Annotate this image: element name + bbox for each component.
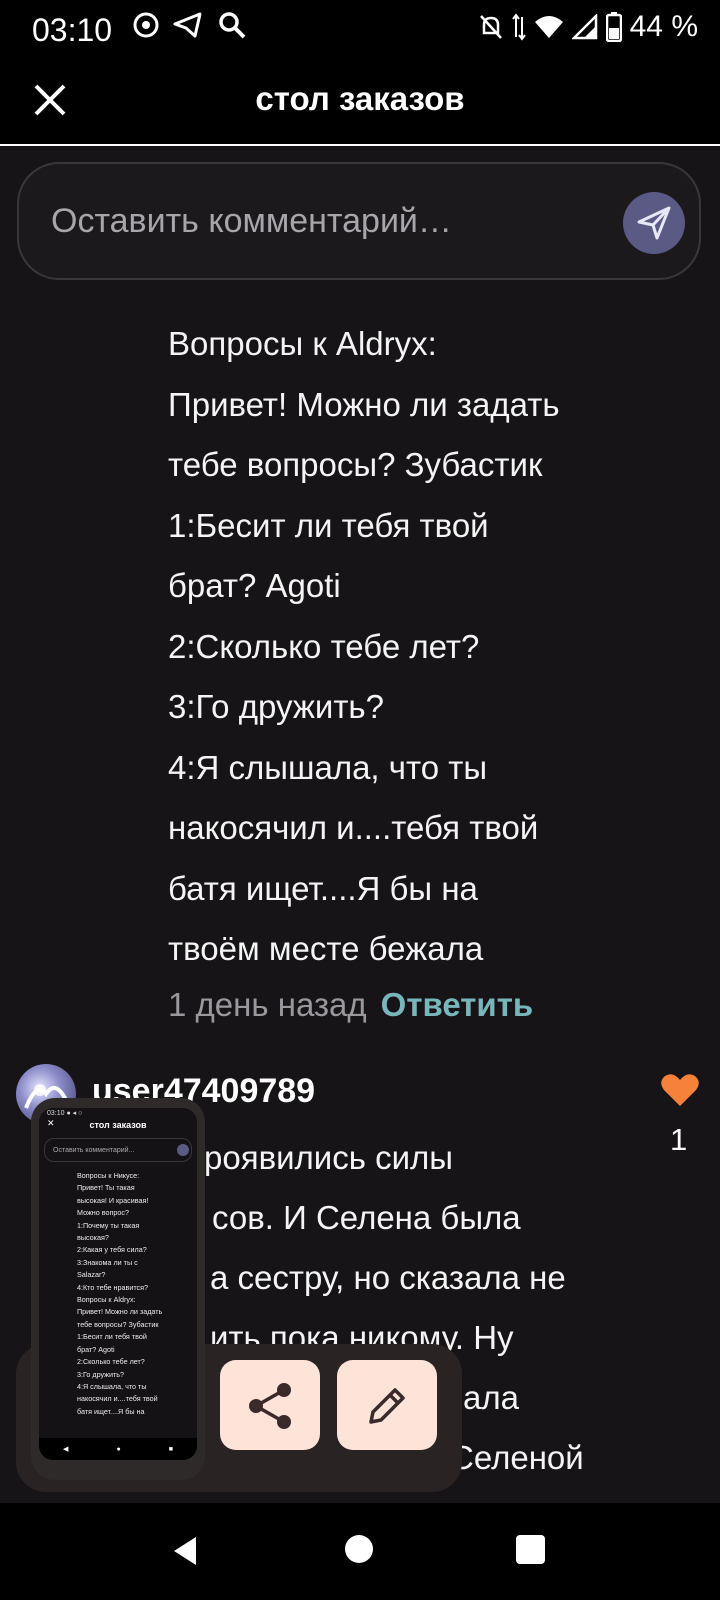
mini-line: накосячил и....тебя твой: [77, 1394, 158, 1404]
mini-status: 03:10 ● ◂ ○: [47, 1110, 83, 1117]
mini-line: высокая! И красивая!: [77, 1195, 149, 1205]
back-icon[interactable]: [172, 1535, 198, 1567]
send-icon: [637, 206, 671, 240]
page-title: стол заказов: [255, 80, 465, 117]
battery-icon: [605, 12, 622, 42]
mini-line: 1:Почему ты такая: [77, 1220, 140, 1230]
comment-box: [17, 162, 701, 280]
telegram-icon: [173, 12, 202, 38]
wifi-icon: [534, 16, 563, 38]
mute-icon: [479, 15, 502, 39]
comment-meta: 1 день назад Ответить: [168, 986, 533, 1024]
mini-line: 2:Сколько тебе лет?: [77, 1357, 145, 1367]
search-icon: [219, 12, 246, 39]
share-icon: [249, 1383, 291, 1429]
comment-text: Вопросы к Aldryx: Привет! Можно ли задат…: [168, 314, 638, 980]
comment-line: Вопросы к Aldryx:: [168, 325, 437, 362]
comment-line: 2:Сколько тебе лет?: [168, 627, 480, 665]
comment-input[interactable]: [49, 192, 613, 250]
mini-text: Вопросы к Никусе: Привет! Ты такая высок…: [77, 1170, 162, 1418]
comment-line: брат? Agoti: [168, 567, 341, 604]
comment-line: 1:Бесит ли тебя твой: [168, 506, 489, 544]
signal-icon: [571, 14, 597, 40]
mini-line: батя ищет....Я бы на: [77, 1406, 145, 1416]
mini-line: Привет! Ты такая: [77, 1183, 135, 1193]
app-bar: стол заказов: [0, 62, 720, 146]
comment-line: сов. И Селена была: [212, 1199, 521, 1236]
mini-line: 4:Я слышала, что ты: [77, 1381, 147, 1391]
comment-line: 3:Го дружить?: [168, 688, 384, 725]
status-time: 03:10: [32, 12, 113, 48]
mini-line: Salazar?: [77, 1270, 106, 1280]
mini-line: высокая?: [77, 1233, 109, 1243]
comment-line: 4:Я слышала, что ты: [168, 748, 488, 786]
like-count: 1: [670, 1122, 688, 1157]
mini-line: Вопросы к Aldryx:: [77, 1295, 136, 1305]
recent-apps-icon[interactable]: [516, 1535, 545, 1564]
data-arrows-icon: [511, 13, 526, 41]
mini-line: 3:Знакома ли ты с: [77, 1257, 138, 1267]
mini-line: 4:Кто тебе нравится?: [77, 1282, 149, 1292]
heart-icon[interactable]: [660, 1072, 700, 1108]
comment-line: Привет! Можно ли задать: [168, 385, 560, 423]
send-icon: [177, 1144, 189, 1156]
mini-line: Можно вопрос?: [77, 1208, 129, 1218]
comment-line: тебе вопросы? Зубастик: [168, 446, 543, 483]
mini-line: Вопросы к Никусе:: [77, 1171, 140, 1180]
home-icon: ●: [116, 1445, 121, 1453]
mini-line: 1:Бесит ли тебя твой: [77, 1332, 147, 1342]
send-button[interactable]: [623, 192, 685, 254]
battery-percent: 44 %: [629, 10, 698, 43]
recent-icon: ■: [168, 1445, 173, 1453]
comment-line: а сестру, но сказала не: [210, 1259, 566, 1296]
comment-line: накосячил и....тебя твой: [168, 809, 539, 846]
mini-line: 2:Какая у тебя сила?: [77, 1245, 147, 1255]
reply-button[interactable]: Ответить: [381, 986, 534, 1023]
comment-timestamp: 1 день назад: [168, 986, 367, 1023]
mini-line: брат? Agoti: [77, 1344, 115, 1354]
comment-line: твоём месте бежала: [168, 930, 484, 967]
comment-line: роявились силы: [204, 1139, 453, 1176]
screenshot-thumbnail[interactable]: 03:10 ● ◂ ○ ✕ стол заказов Оставить комм…: [31, 1098, 205, 1480]
mini-line: 3:Го дружить?: [77, 1369, 125, 1379]
home-icon[interactable]: [345, 1535, 373, 1563]
mini-nav: ◀ ● ■: [39, 1438, 197, 1460]
back-icon: ◀: [63, 1446, 69, 1453]
chrome-icon: [133, 12, 159, 38]
edit-button[interactable]: [337, 1360, 437, 1450]
mini-line: Привет! Можно ли задать: [77, 1307, 163, 1317]
mini-input: Оставить комментарий...: [44, 1138, 192, 1162]
comment-line: батя ищет....Я бы на: [168, 869, 478, 907]
mini-title: стол заказов: [89, 1120, 147, 1130]
status-bar: 03:10 44 %: [0, 0, 720, 62]
share-button[interactable]: [220, 1360, 320, 1450]
pencil-icon: [369, 1388, 405, 1424]
mini-line: тебе вопросы? Зубастик: [77, 1319, 159, 1329]
system-nav-bar: [0, 1503, 720, 1600]
